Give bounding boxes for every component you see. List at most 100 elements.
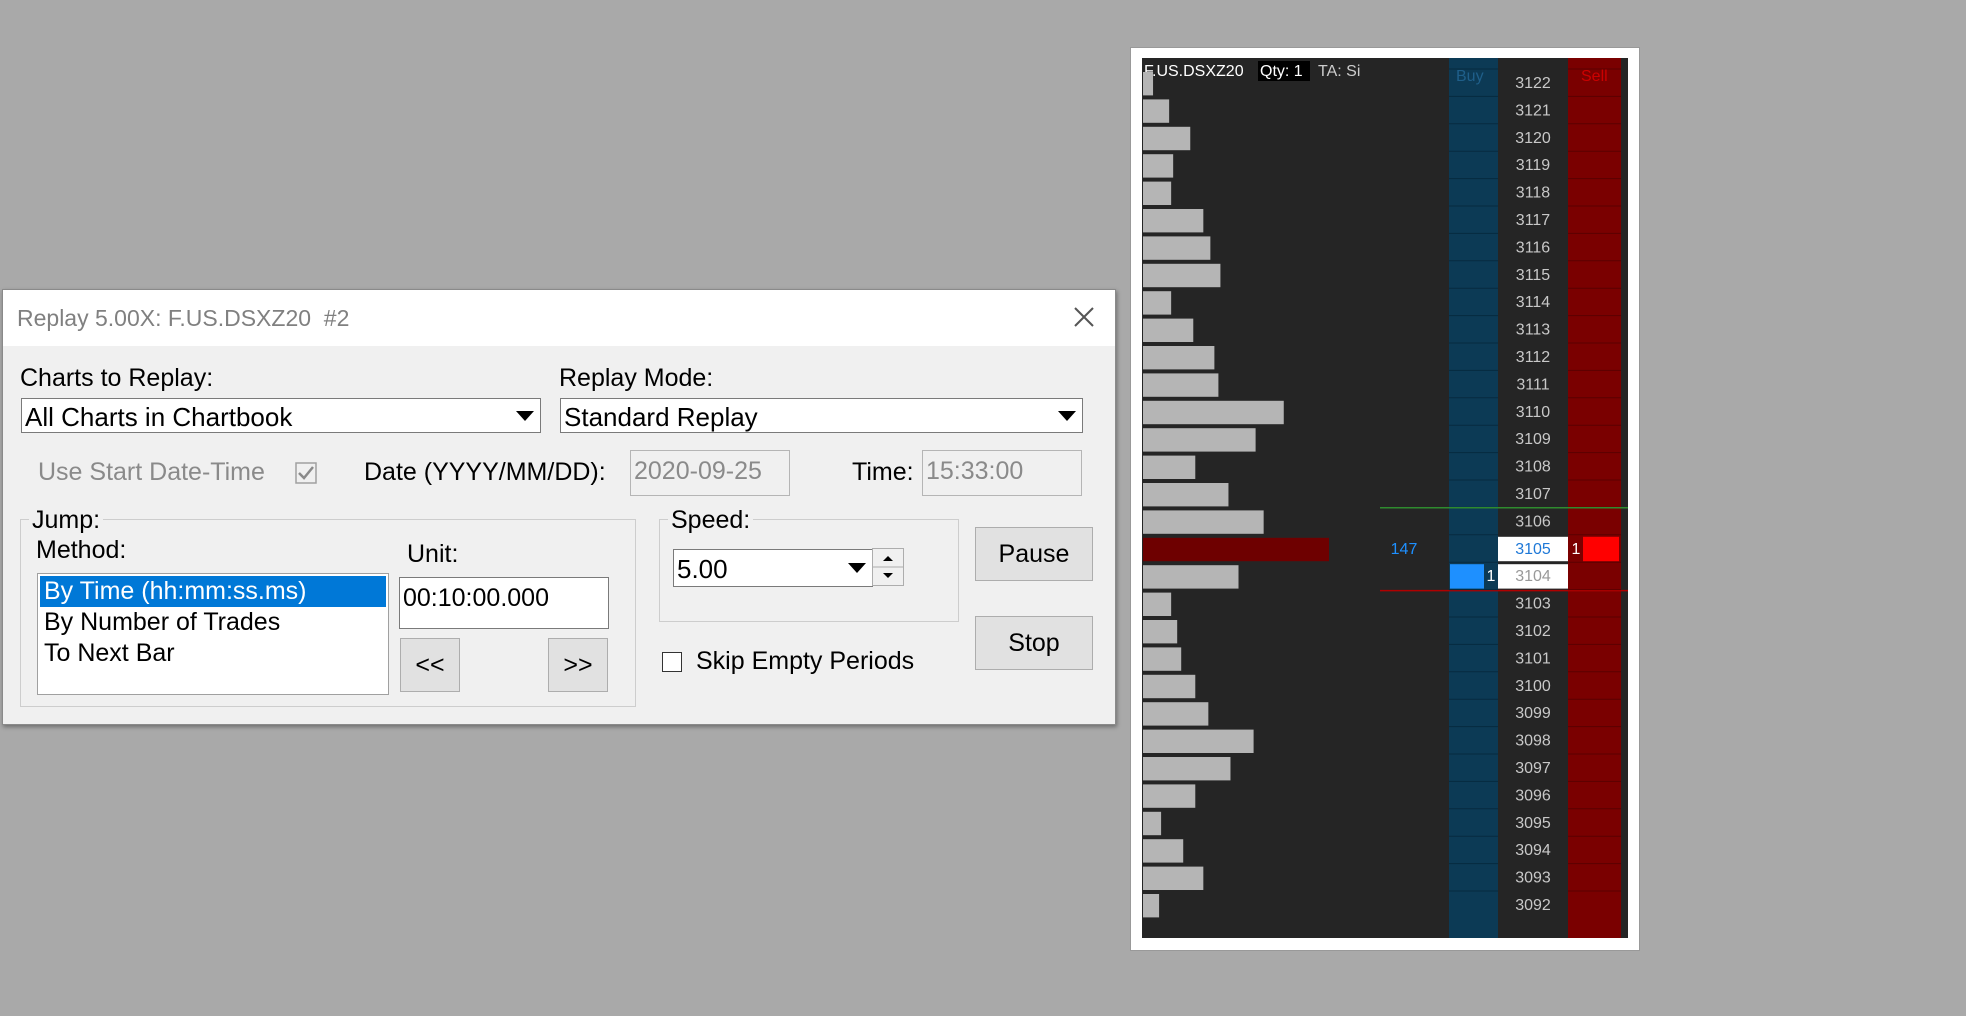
date-label: Date (YYYY/MM/DD): [364,458,606,486]
method-item-next-bar[interactable]: To Next Bar [40,638,386,669]
use-start-datetime-checkbox[interactable] [295,462,317,484]
speed-label: Speed: [668,506,754,535]
price-label: 3108 [1515,459,1551,476]
volume-profile-bar [1143,620,1178,644]
method-label: Method: [36,536,127,564]
close-icon [1074,307,1094,327]
jump-forward-button[interactable]: >> [548,638,608,692]
method-item-by-time[interactable]: By Time (hh:mm:ss.ms) [40,576,386,607]
replay-mode-select[interactable]: Standard Replay [560,398,1083,433]
price-label: 3098 [1515,733,1551,750]
ask-size-label: 1 [1572,541,1581,558]
dialog-titlebar[interactable]: Replay 5.00X: F.US.DSXZ20 #2 [3,290,1115,346]
price-label: 3116 [1516,239,1551,256]
volume-profile-bar [1143,647,1182,671]
chevron-down-icon [848,563,866,573]
last-volume-label: 147 [1391,541,1418,558]
replay-mode-label: Replay Mode: [559,364,714,392]
price-label: 3102 [1515,623,1551,640]
volume-profile-bar [1143,702,1209,726]
unit-label: Unit: [407,540,459,568]
charts-to-replay-select[interactable]: All Charts in Chartbook [21,398,541,433]
volume-profile-bar [1143,483,1229,507]
ta-label: TA: Si [1318,63,1360,80]
sell-header: Sell [1581,68,1608,85]
price-label: 3104 [1515,568,1551,585]
volume-profile-bar [1143,346,1215,370]
volume-profile-bar [1143,811,1162,836]
price-label: 3110 [1516,404,1551,421]
volume-profile-bar [1143,99,1170,123]
volume-profile-bar [1143,894,1160,918]
time-label: Time: [852,458,914,486]
price-label: 3111 [1516,376,1549,393]
symbol-label: F.US.DSXZ20 [1144,63,1244,80]
price-ladder[interactable]: F.US.DSXZ20 Qty: 1 TA: Si Buy Sell 3122 3121 31… [1142,58,1628,938]
volume-profile-bar [1143,839,1184,863]
price-label: 3122 [1515,75,1551,92]
price-label: 3119 [1516,157,1551,174]
volume-profile-bar [1143,209,1204,233]
price-label: 3100 [1515,678,1551,695]
price-label: 3101 [1515,650,1551,667]
skip-empty-periods-label: Skip Empty Periods [696,647,915,675]
speed-select[interactable]: 5.00 [673,549,873,587]
replay-mode-value: Standard Replay [564,402,758,432]
price-label: 3105 [1515,541,1551,558]
ask-marker [1583,536,1619,562]
stop-button[interactable]: Stop [975,616,1093,670]
price-label: 3118 [1516,185,1551,202]
time-field[interactable]: 15:33:00 [922,450,1082,496]
volume-profile-bar [1143,181,1172,205]
price-ladder-canvas: F.US.DSXZ20 Qty: 1 TA: Si Buy Sell 3122 3121 31… [1142,58,1628,938]
volume-profile-bar [1143,126,1191,151]
date-field[interactable]: 2020-09-25 [630,450,790,496]
volume-profile-bar [1143,757,1231,781]
volume-profile-bar [1143,72,1154,96]
volume-profile-bar [1143,455,1196,479]
bid-size-label: 1 [1487,568,1496,585]
volume-profile-bar [1143,784,1196,808]
volume-profile-bar [1143,866,1204,890]
price-label: 3092 [1515,897,1551,914]
jump-method-list[interactable]: By Time (hh:mm:ss.ms) By Number of Trade… [37,573,389,695]
chevron-down-icon [1058,411,1076,421]
volume-profile-bar [1143,373,1219,397]
sell-column [1568,58,1621,938]
speed-value: 5.00 [677,554,728,584]
price-label: 3112 [1516,349,1551,366]
price-label: 3097 [1515,760,1551,777]
volume-profile-bar [1143,537,1329,562]
date-value: 2020-09-25 [634,457,762,485]
pause-button[interactable]: Pause [975,527,1093,581]
time-value: 15:33:00 [926,457,1024,485]
price-label: 3114 [1516,294,1551,311]
volume-profile-bar [1143,729,1254,753]
buy-header: Buy [1456,68,1484,85]
close-button[interactable] [1067,300,1101,334]
qty-label: Qty: 1 [1260,63,1303,80]
price-label: 3107 [1515,486,1551,503]
price-label: 3099 [1515,705,1551,722]
speed-spinner[interactable] [872,548,904,586]
volume-profile-bar [1143,154,1174,178]
charts-to-replay-value: All Charts in Chartbook [25,402,293,432]
price-label: 3094 [1515,842,1551,859]
volume-profile-bar [1143,565,1239,589]
price-label: 3117 [1516,212,1551,229]
price-label: 3095 [1515,815,1551,832]
price-label: 3093 [1515,870,1551,887]
price-label: 3109 [1515,431,1551,448]
skip-empty-periods-checkbox[interactable] [662,652,682,672]
price-label: 3121 [1515,102,1551,119]
chevron-down-icon [516,411,534,421]
use-start-datetime-label: Use Start Date-Time [38,458,265,486]
volume-profile-bar [1143,236,1211,260]
volume-profile-bar [1143,428,1256,452]
replay-dialog: Replay 5.00X: F.US.DSXZ20 #2 Charts to R… [2,289,1116,725]
unit-input[interactable]: 00:10:00.000 [399,577,609,629]
method-item-by-trades[interactable]: By Number of Trades [40,607,386,638]
price-label: 3113 [1516,322,1551,339]
price-label: 3115 [1516,267,1551,284]
jump-back-button[interactable]: << [400,638,460,692]
